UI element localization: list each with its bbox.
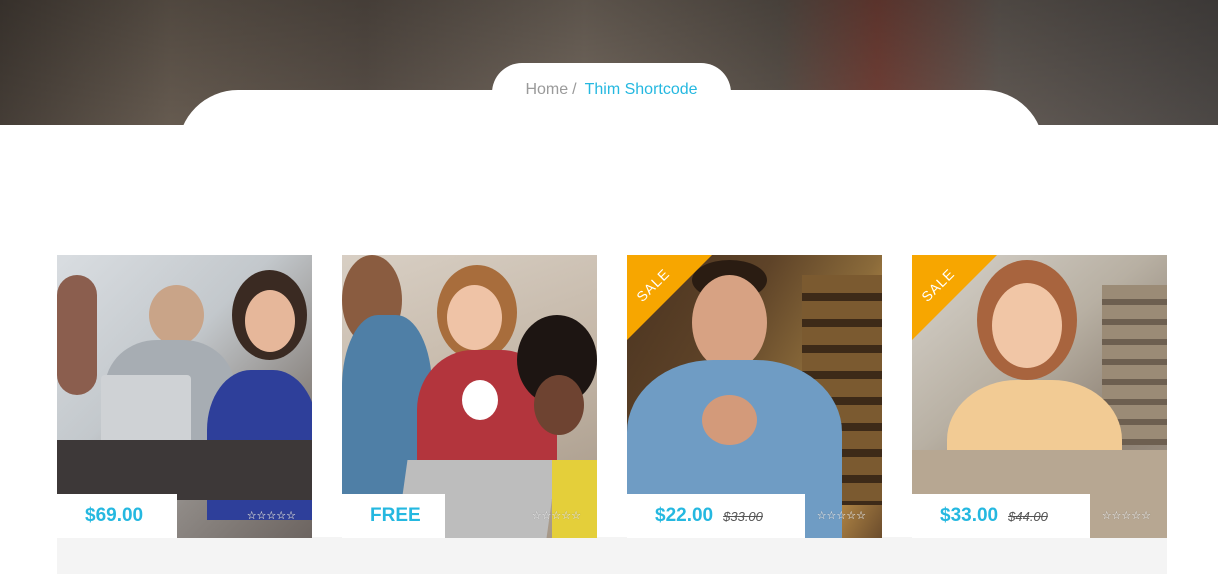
star-rating: ☆☆☆☆☆ bbox=[1101, 510, 1151, 522]
price: $33.00 bbox=[940, 505, 999, 526]
price-tag: $33.00 $44.00 bbox=[912, 494, 1090, 538]
course-card[interactable]: FREE ☆☆☆☆☆ bbox=[342, 255, 597, 538]
price-tag: $69.00 bbox=[57, 494, 177, 538]
breadcrumb-current: Thim Shortcode bbox=[584, 81, 698, 98]
course-card[interactable]: SALE $22.00 $33.00 ☆☆☆☆☆ bbox=[627, 255, 882, 538]
old-price: $44.00 bbox=[1008, 508, 1048, 524]
price: $22.00 bbox=[655, 505, 714, 526]
star-rating: ☆☆☆☆☆ bbox=[816, 510, 866, 522]
course-list-footer bbox=[57, 537, 1167, 574]
star-rating: ☆☆☆☆☆ bbox=[531, 510, 581, 522]
breadcrumb-home-link[interactable]: Home bbox=[525, 81, 568, 99]
price-tag: $22.00 $33.00 bbox=[627, 494, 805, 538]
course-card[interactable]: SALE $33.00 $44.00 ☆☆☆☆☆ bbox=[912, 255, 1167, 538]
breadcrumb: Home / Thim Shortcode bbox=[492, 63, 731, 123]
old-price: $33.00 bbox=[723, 508, 763, 524]
price: FREE bbox=[370, 505, 421, 526]
breadcrumb-separator: / bbox=[572, 81, 577, 98]
star-rating: ☆☆☆☆☆ bbox=[246, 510, 296, 522]
price-tag: FREE bbox=[342, 494, 445, 538]
price: $69.00 bbox=[85, 505, 144, 526]
course-card[interactable]: $69.00 ☆☆☆☆☆ bbox=[57, 255, 312, 538]
